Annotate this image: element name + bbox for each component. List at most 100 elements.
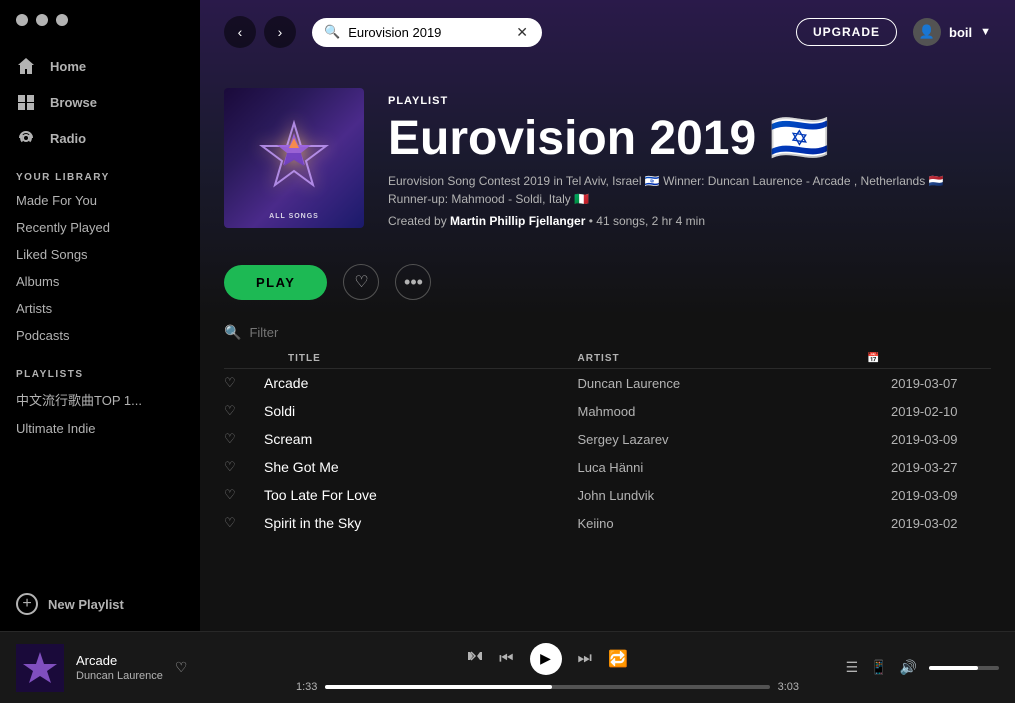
track-heart-wrap: ♡ [224, 375, 264, 391]
player-center: ⏮ ▶ ⏭ 🔁 1:33 3:03 [296, 643, 799, 693]
track-like-button[interactable]: ♡ [224, 375, 236, 391]
forward-button[interactable]: › [264, 16, 296, 48]
topbar: ‹ › 🔍 ✕ UPGRADE 👤 boil ▼ [200, 0, 1015, 64]
track-list-header: TITLE ARTIST 📅 [224, 349, 991, 369]
filter-row: 🔍 [200, 316, 1015, 349]
sidebar-label-home: Home [50, 59, 86, 74]
upgrade-button[interactable]: UPGRADE [796, 18, 897, 46]
progress-bar-wrap: 1:33 3:03 [296, 681, 799, 693]
sidebar-item-recently-played[interactable]: Recently Played [0, 214, 200, 241]
player-song-info: Arcade Duncan Laurence [76, 653, 163, 682]
track-artist: Keiino [578, 516, 892, 531]
browse-icon [16, 92, 36, 112]
search-input[interactable] [348, 25, 508, 40]
player-controls: ⏮ ▶ ⏭ 🔁 [467, 643, 628, 675]
window-dot-1 [16, 14, 28, 26]
track-row[interactable]: ♡ Too Late For Love John Lundvik 2019-03… [200, 481, 1015, 509]
volume-track[interactable] [929, 666, 999, 670]
player-like-button[interactable]: ♡ [175, 659, 188, 676]
track-heart-wrap: ♡ [224, 487, 264, 503]
search-box: 🔍 ✕ [312, 18, 542, 47]
track-title: Arcade [264, 375, 578, 391]
track-row[interactable]: ♡ Spirit in the Sky Keiino 2019-03-02 [200, 509, 1015, 537]
track-row[interactable]: ♡ Soldi Mahmood 2019-02-10 [200, 397, 1015, 425]
sidebar: Home Browse Radio YOUR LIBRARY Made For … [0, 0, 200, 703]
cover-logo-icon [254, 118, 334, 198]
track-row[interactable]: ♡ She Got Me Luca Hänni 2019-03-27 [200, 453, 1015, 481]
track-heart-wrap: ♡ [224, 431, 264, 447]
current-time: 1:33 [296, 681, 317, 693]
volume-fill [929, 666, 978, 670]
avatar: 👤 [913, 18, 941, 46]
queue-button[interactable]: ☰ [846, 659, 859, 676]
cover-label: ALL SONGS [269, 213, 319, 220]
sidebar-item-made-for-you[interactable]: Made For You [0, 187, 200, 214]
track-like-button[interactable]: ♡ [224, 459, 236, 475]
track-row[interactable]: ♡ Arcade Duncan Laurence 2019-03-07 [200, 369, 1015, 397]
user-profile[interactable]: 👤 boil ▼ [913, 18, 991, 46]
sidebar-item-albums[interactable]: Albums [0, 268, 200, 295]
search-icon: 🔍 [324, 24, 340, 40]
track-artist: Sergey Lazarev [578, 432, 892, 447]
calendar-icon: 📅 [867, 353, 880, 364]
sidebar-item-home[interactable]: Home [0, 48, 200, 84]
new-playlist-button[interactable]: + New Playlist [0, 585, 140, 623]
user-name: boil [949, 25, 972, 40]
sidebar-label-radio: Radio [50, 131, 86, 146]
sidebar-item-ultimate-indie[interactable]: Ultimate Indie [0, 415, 200, 442]
playlist-song-count: • 41 songs, 2 hr 4 min [585, 214, 705, 228]
header-date: 📅 [867, 353, 967, 364]
track-list: ♡ Arcade Duncan Laurence 2019-03-07 ♡ So… [200, 369, 1015, 537]
track-artist: Mahmood [578, 404, 892, 419]
track-date: 2019-03-09 [891, 488, 991, 503]
window-dot-2 [36, 14, 48, 26]
track-title: Soldi [264, 403, 578, 419]
track-like-button[interactable]: ♡ [224, 403, 236, 419]
progress-track[interactable] [325, 685, 769, 689]
sidebar-item-radio[interactable]: Radio [0, 120, 200, 156]
track-heart-wrap: ♡ [224, 515, 264, 531]
more-options-button[interactable]: ••• [395, 264, 431, 300]
plus-icon: + [16, 593, 38, 615]
track-heart-wrap: ♡ [224, 459, 264, 475]
header-artist: ARTIST [578, 353, 868, 364]
track-artist: Duncan Laurence [578, 376, 892, 391]
track-date: 2019-02-10 [891, 404, 991, 419]
sidebar-item-artists[interactable]: Artists [0, 295, 200, 322]
player-artist-name: Duncan Laurence [76, 670, 163, 682]
chevron-down-icon: ▼ [980, 26, 991, 38]
sidebar-item-podcasts[interactable]: Podcasts [0, 322, 200, 349]
like-button[interactable]: ♡ [343, 264, 379, 300]
back-button[interactable]: ‹ [224, 16, 256, 48]
player-play-pause-button[interactable]: ▶ [530, 643, 562, 675]
player-bar: Arcade Duncan Laurence ♡ ⏮ ▶ ⏭ 🔁 1:33 3:… [0, 631, 1015, 703]
play-button[interactable]: PLAY [224, 265, 327, 300]
shuffle-button[interactable] [467, 648, 483, 669]
track-title: Spirit in the Sky [264, 515, 578, 531]
track-like-button[interactable]: ♡ [224, 431, 236, 447]
total-time: 3:03 [778, 681, 799, 693]
main-content: ‹ › 🔍 ✕ UPGRADE 👤 boil ▼ [200, 0, 1015, 631]
sidebar-item-browse[interactable]: Browse [0, 84, 200, 120]
window-dot-3 [56, 14, 68, 26]
volume-icon[interactable]: 🔊 [900, 659, 917, 676]
creator-name: Martin Phillip Fjellanger [450, 214, 585, 228]
next-button[interactable]: ⏭ [578, 650, 592, 668]
track-row[interactable]: ♡ Scream Sergey Lazarev 2019-03-09 [200, 425, 1015, 453]
track-date: 2019-03-27 [891, 460, 991, 475]
playlist-header: ALL SONGS PLAYLIST Eurovision 2019 🇮🇱 Eu… [200, 64, 1015, 248]
track-like-button[interactable]: ♡ [224, 515, 236, 531]
playlist-info: PLAYLIST Eurovision 2019 🇮🇱 Eurovision S… [388, 95, 988, 228]
devices-button[interactable]: 📱 [870, 659, 887, 676]
radio-icon [16, 128, 36, 148]
search-clear-button[interactable]: ✕ [516, 24, 528, 41]
controls-row: PLAY ♡ ••• [200, 248, 1015, 316]
track-title: Too Late For Love [264, 487, 578, 503]
filter-input[interactable] [249, 325, 425, 340]
repeat-button[interactable]: 🔁 [608, 649, 628, 669]
progress-fill [325, 685, 552, 689]
sidebar-item-liked-songs[interactable]: Liked Songs [0, 241, 200, 268]
sidebar-item-chinese-top[interactable]: 中文流行歌曲TOP 1... [0, 384, 200, 415]
previous-button[interactable]: ⏮ [499, 650, 513, 668]
track-like-button[interactable]: ♡ [224, 487, 236, 503]
